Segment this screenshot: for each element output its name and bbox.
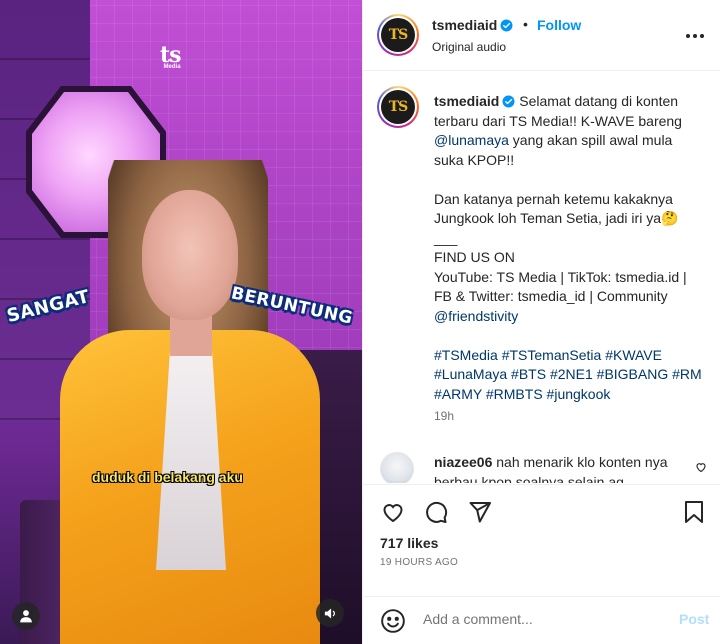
- comment-input[interactable]: [423, 611, 663, 627]
- post-date[interactable]: 19 HOURS AGO: [380, 557, 458, 568]
- commenter-username[interactable]: niazee06: [434, 454, 492, 470]
- comment-like-button[interactable]: [695, 460, 707, 478]
- caption-avatar[interactable]: TS: [377, 86, 419, 128]
- like-count[interactable]: 717 likes: [380, 535, 438, 551]
- comment-button[interactable]: [423, 499, 449, 525]
- bookmark-icon: [685, 501, 703, 523]
- caption-username[interactable]: tsmediaid: [434, 93, 499, 109]
- share-button[interactable]: [467, 499, 493, 525]
- audio-link[interactable]: Original audio: [432, 40, 506, 54]
- share-icon: [469, 502, 491, 523]
- caption-hashtags[interactable]: #TSMedia #TSTemanSetia #KWAVE #LunaMaya …: [434, 347, 706, 402]
- comment-text: niazee06 nah menarik klo konten nya berb…: [434, 453, 684, 483]
- more-options-button[interactable]: [683, 24, 707, 48]
- emoji-icon: [381, 609, 405, 633]
- subject-face: [142, 190, 238, 320]
- separator-dot: •: [523, 16, 528, 32]
- caption-avatar-logo: TS: [381, 90, 415, 124]
- sound-toggle-button[interactable]: [316, 599, 344, 627]
- mention-friendstivity[interactable]: @friendstivity: [434, 308, 518, 324]
- comment-row: niazee06 nah menarik klo konten nya berb…: [363, 443, 720, 483]
- verified-badge-icon: [500, 19, 513, 32]
- heart-icon: [383, 504, 403, 523]
- comment-bar: Post: [363, 596, 720, 644]
- caption-text-2: yang akan spill awal mula suka KPOP!! Da…: [434, 132, 687, 304]
- caption-area: TS tsmediaid Selamat datang di konten te…: [363, 72, 720, 434]
- emoji-button[interactable]: [380, 608, 406, 639]
- post-actions: 717 likes 19 HOURS AGO Post: [363, 484, 720, 644]
- post-header: TS tsmediaid • Follow Original audio: [363, 0, 720, 71]
- user-icon: [20, 610, 32, 623]
- watermark-small-text: Media: [163, 64, 181, 70]
- avatar-logo: TS: [381, 18, 415, 52]
- video-subject: [60, 160, 320, 644]
- save-button[interactable]: [681, 499, 707, 525]
- caption-avatar-inner: TS: [379, 88, 417, 126]
- sound-icon: [324, 608, 335, 618]
- avatar[interactable]: TS: [377, 14, 419, 56]
- post-caption: tsmediaid Selamat datang di konten terba…: [434, 92, 704, 404]
- author-username-text[interactable]: tsmediaid: [432, 17, 497, 33]
- ts-media-watermark: ts Media: [160, 42, 182, 70]
- follow-button[interactable]: Follow: [537, 17, 581, 33]
- post-comment-button[interactable]: Post: [679, 611, 709, 627]
- comment-icon: [426, 501, 448, 523]
- mention-lunamaya[interactable]: @lunamaya: [434, 132, 509, 148]
- heart-icon: [696, 463, 706, 473]
- video-subtitle: duduk di belakang aku: [92, 469, 243, 485]
- caption-time-ago: 19h: [434, 409, 455, 423]
- commenter-avatar[interactable]: [380, 452, 414, 483]
- verified-badge-icon: [502, 95, 515, 108]
- tagged-users-button[interactable]: [12, 602, 40, 630]
- author-username[interactable]: tsmediaid: [432, 17, 513, 33]
- avatar-inner: TS: [379, 16, 417, 54]
- more-options-icon: [686, 34, 704, 38]
- like-button[interactable]: [380, 499, 406, 525]
- post-panel: TS tsmediaid • Follow Original audio TS …: [362, 0, 720, 644]
- reel-video[interactable]: ts Media SANGAT BERUNTUNG duduk di belak…: [0, 0, 362, 644]
